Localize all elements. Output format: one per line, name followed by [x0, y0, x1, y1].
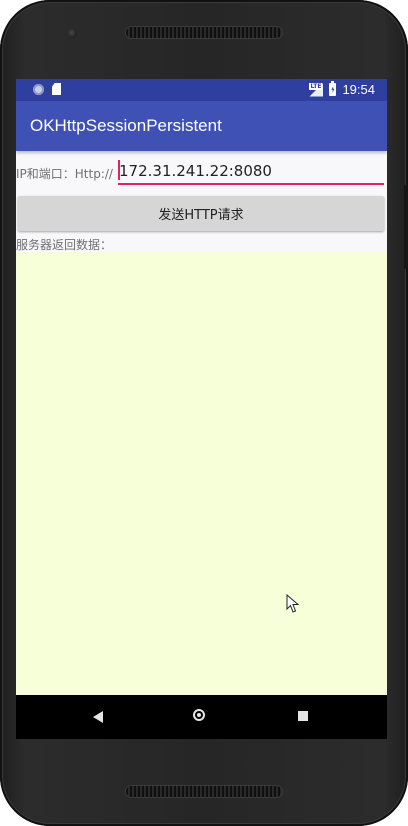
network-type-label: LTE [309, 82, 323, 90]
mouse-pointer-icon [286, 594, 300, 613]
response-area[interactable] [16, 252, 387, 695]
ip-port-label: IP和端口：Http:// [16, 167, 113, 181]
status-bar: LTE 19:54 [16, 79, 387, 101]
app-title: OKHttpSessionPersistent [30, 116, 222, 135]
bottom-speaker [126, 786, 282, 797]
phone-frame: LTE 19:54 OKHttpSessionPersistent IP和端口：… [0, 0, 408, 826]
status-time: 19:54 [342, 82, 375, 97]
power-button [404, 185, 408, 269]
recents-icon[interactable] [298, 711, 308, 721]
top-speaker [126, 27, 282, 38]
ip-row: IP和端口：Http:// [16, 157, 387, 189]
battery-charging-icon [329, 81, 337, 96]
status-bar-notifications [33, 83, 61, 95]
status-bar-system: LTE 19:54 [309, 81, 375, 97]
front-camera [68, 29, 77, 38]
sd-card-icon [52, 83, 61, 95]
screen: LTE 19:54 OKHttpSessionPersistent IP和端口：… [16, 79, 387, 739]
send-http-request-button[interactable]: 发送HTTP请求 [18, 196, 384, 231]
back-icon[interactable] [93, 711, 103, 723]
text-cursor [118, 160, 120, 180]
app-bar: OKHttpSessionPersistent [16, 101, 387, 151]
response-label: 服务器返回数据： [16, 238, 113, 252]
lte-signal-icon: LTE [309, 82, 324, 97]
home-icon[interactable] [193, 709, 205, 721]
ip-port-input[interactable] [118, 159, 384, 185]
navigation-bar [16, 695, 387, 739]
circle-notification-icon [33, 83, 44, 95]
